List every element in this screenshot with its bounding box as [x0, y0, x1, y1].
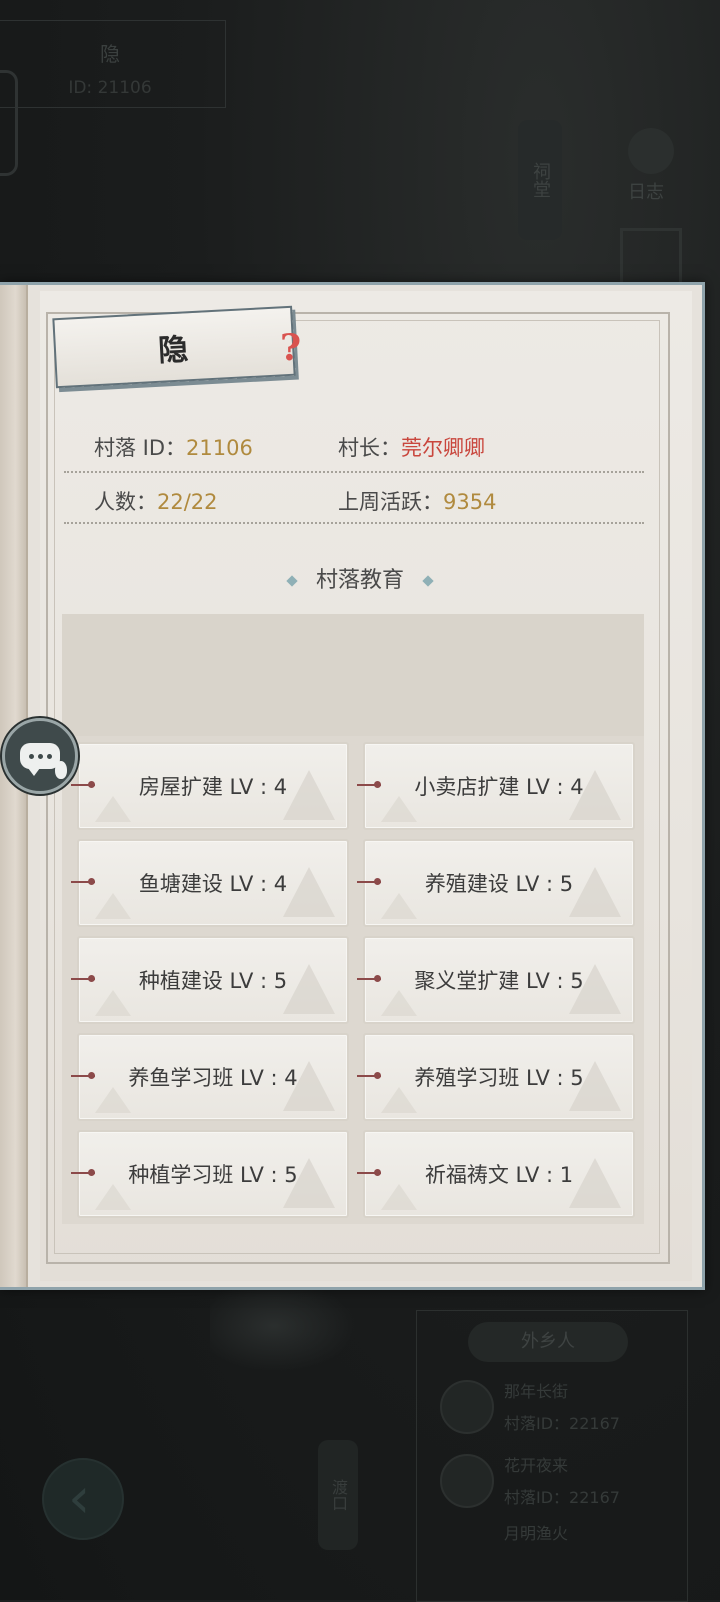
education-label: 养鱼学习班 LV : 4 [128, 1066, 298, 1090]
mountain-icon [283, 867, 335, 917]
education-label: 祈福祷文 LV : 1 [424, 1163, 574, 1187]
education-card[interactable]: 种植学习班 LV : 5 [71, 1130, 349, 1218]
education-label: 聚义堂扩建 LV : 5 [414, 969, 584, 993]
ferry-button[interactable]: 渡口 [318, 1440, 358, 1550]
education-card[interactable]: 养殖学习班 LV : 5 [357, 1033, 635, 1121]
activity-row: 上周活跃：9354 [338, 486, 496, 516]
pin-icon [357, 878, 381, 885]
mountain-icon [95, 1184, 131, 1210]
mountain-icon [283, 770, 335, 820]
mountain-icon [569, 867, 621, 917]
diary-label: 日志 [628, 182, 664, 203]
stranger-village-id: 村落ID：22167 [504, 1488, 620, 1507]
mountain-icon [95, 1087, 131, 1113]
population-value: 22/22 [157, 490, 218, 514]
pin-icon [357, 781, 381, 788]
mountain-icon [381, 893, 417, 919]
mountain-icon [381, 1184, 417, 1210]
mountain-icon [381, 1087, 417, 1113]
divider [64, 522, 644, 524]
diamond-icon [286, 575, 298, 587]
education-card[interactable]: 房屋扩建 LV : 4 [71, 742, 349, 830]
mountain-icon [95, 893, 131, 919]
population-label: 人数： [94, 490, 157, 514]
section-title-text: 村落教育 [315, 568, 404, 593]
top-village-id: ID: 21106 [68, 78, 152, 98]
education-label: 养殖学习班 LV : 5 [414, 1066, 584, 1090]
divider [64, 471, 644, 473]
mountain-icon [381, 990, 417, 1016]
activity-value: 9354 [443, 490, 497, 514]
mountain-icon [569, 1158, 621, 1208]
population-row: 人数：22/22 [94, 486, 218, 516]
back-button[interactable] [42, 1458, 124, 1540]
avatar [440, 1380, 494, 1434]
village-title-plaque: 隐 [52, 305, 296, 389]
pin-icon [71, 781, 95, 788]
stranger-name: 花开夜来 [504, 1456, 569, 1475]
pin-icon [71, 975, 95, 982]
village-id-label: 村落 ID： [94, 436, 187, 460]
education-grid-header [62, 614, 644, 736]
education-label: 养殖建设 LV : 5 [424, 872, 574, 896]
mountain-icon [381, 796, 417, 822]
education-card[interactable]: 鱼塘建设 LV : 4 [71, 839, 349, 927]
avatar [440, 1454, 494, 1508]
pin-icon [357, 975, 381, 982]
stranger-name: 那年长街 [504, 1382, 569, 1401]
ink-decoration [210, 1290, 370, 1380]
village-title: 隐 [157, 332, 192, 369]
section-title: 村落教育 [0, 562, 720, 594]
chief-label: 村长： [338, 436, 401, 460]
diary-button[interactable]: 日志 [628, 128, 674, 204]
chat-button[interactable] [2, 718, 78, 794]
village-id-row: 村落 ID：21106 [94, 432, 253, 462]
chat-icon [20, 743, 60, 776]
pin-icon [357, 1072, 381, 1079]
education-card[interactable]: 小卖店扩建 LV : 4 [357, 742, 635, 830]
chief-value[interactable]: 莞尔卿卿 [401, 436, 485, 460]
education-card[interactable]: 养鱼学习班 LV : 4 [71, 1033, 349, 1121]
village-id-value: 21106 [186, 436, 253, 460]
education-label: 小卖店扩建 LV : 4 [414, 775, 584, 799]
gate-icon[interactable] [620, 228, 682, 283]
pin-icon [71, 1072, 95, 1079]
top-village-name: 隐 [100, 42, 120, 66]
pin-icon [357, 1169, 381, 1176]
stranger-village-id: 村落ID：22167 [504, 1414, 620, 1433]
diary-icon [628, 128, 674, 174]
help-icon[interactable]: ? [280, 328, 304, 368]
diamond-icon [422, 575, 434, 587]
stranger-name: 月明渔火 [504, 1524, 569, 1543]
chief-row: 村长：莞尔卿卿 [338, 432, 485, 462]
activity-label: 上周活跃： [338, 490, 443, 514]
education-card[interactable]: 祈福祷文 LV : 1 [357, 1130, 635, 1218]
education-card[interactable]: 种植建设 LV : 5 [71, 936, 349, 1024]
pin-icon [71, 878, 95, 885]
mountain-icon [95, 796, 131, 822]
gourd-icon [55, 761, 67, 779]
education-card[interactable]: 养殖建设 LV : 5 [357, 839, 635, 927]
mountain-icon [95, 990, 131, 1016]
education-label: 种植建设 LV : 5 [138, 969, 288, 993]
ancestral-hall-tag[interactable]: 祠堂 [518, 120, 562, 240]
stranger-title[interactable]: 外乡人 [468, 1322, 628, 1362]
education-label: 房屋扩建 LV : 4 [138, 775, 288, 799]
education-card[interactable]: 聚义堂扩建 LV : 5 [357, 936, 635, 1024]
mountain-icon [283, 964, 335, 1014]
pin-icon [71, 1169, 95, 1176]
education-label: 种植学习班 LV : 5 [128, 1163, 298, 1187]
education-label: 鱼塘建设 LV : 4 [138, 872, 288, 896]
